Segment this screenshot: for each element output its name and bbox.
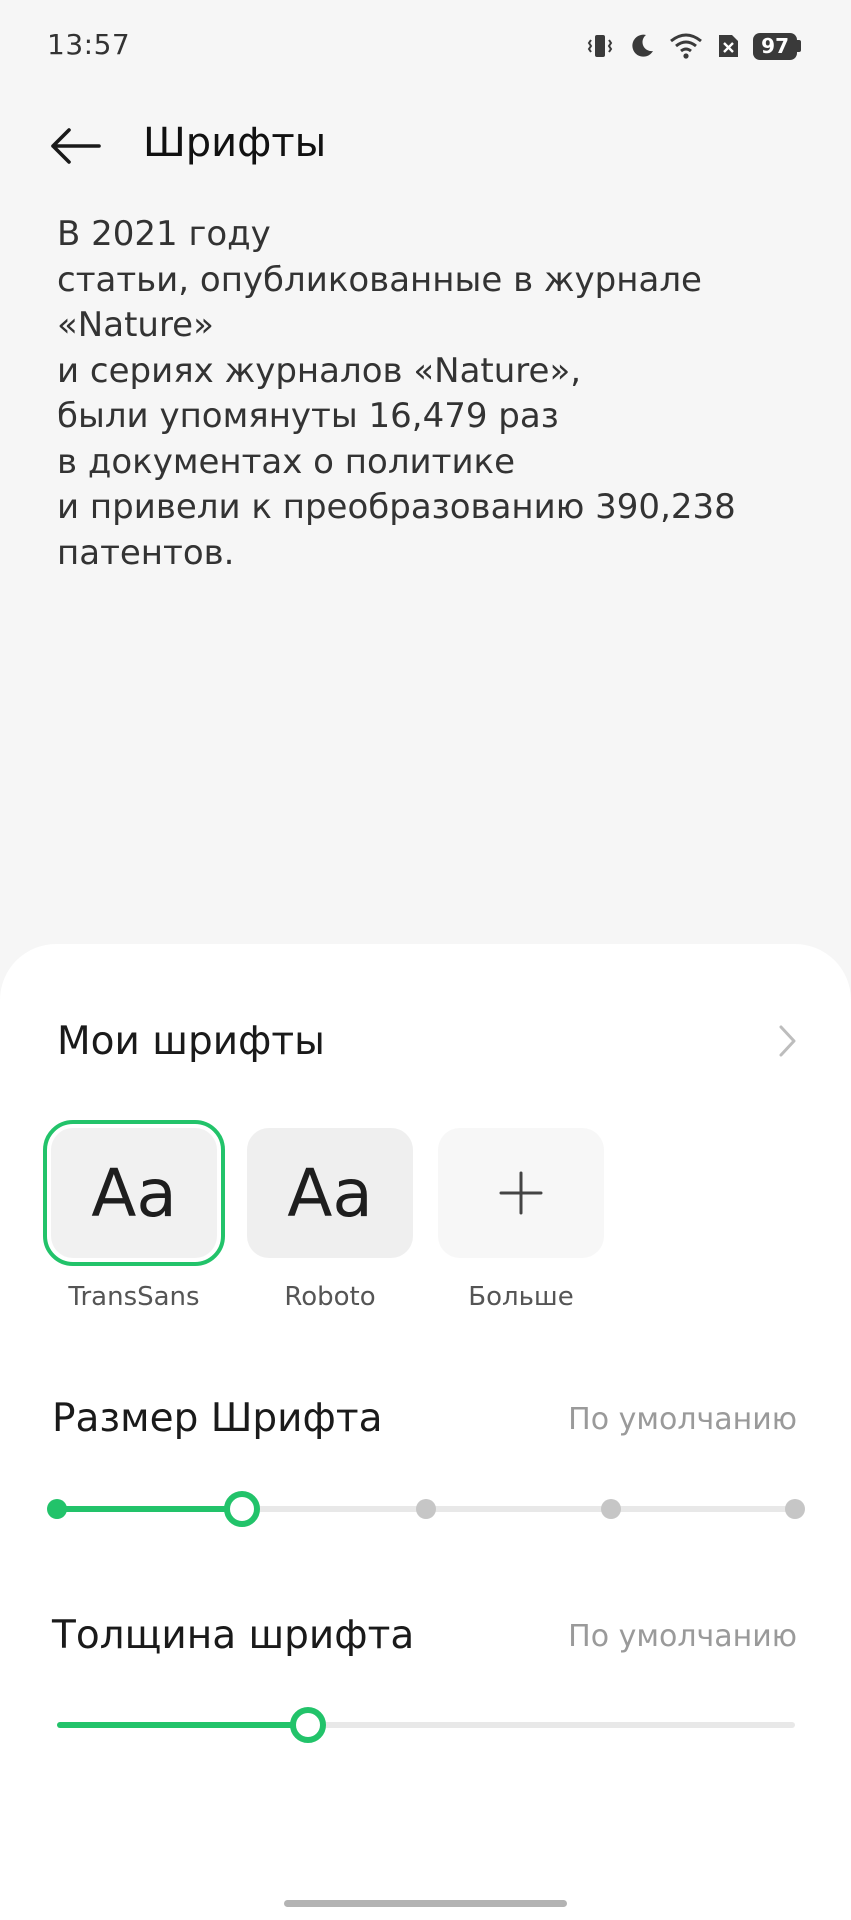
font-label-transsans: TransSans — [68, 1282, 200, 1312]
font-weight-slider-fill — [57, 1722, 308, 1728]
back-button[interactable] — [40, 116, 110, 176]
page-title: Шрифты — [143, 120, 327, 166]
font-size-slider-step[interactable] — [47, 1499, 67, 1519]
wifi-icon — [669, 31, 703, 61]
font-sample-transsans: Aa — [91, 1154, 177, 1232]
moon-icon — [627, 31, 657, 61]
app-bar: Шрифты — [0, 92, 851, 198]
no-sim-icon — [715, 31, 741, 61]
font-weight-title: Толщина шрифта — [52, 1613, 415, 1658]
font-label-roboto: Roboto — [284, 1282, 376, 1312]
vibrate-icon — [585, 31, 615, 61]
my-fonts-title: Мои шрифты — [57, 1019, 325, 1064]
status-time: 13:57 — [47, 28, 131, 61]
battery-icon: 97 — [753, 32, 801, 60]
font-tile-transsans[interactable]: Aa — [43, 1120, 225, 1266]
font-tile-roboto[interactable]: Aa — [247, 1128, 413, 1258]
battery-level: 97 — [753, 32, 797, 60]
font-size-value: По умолчанию — [568, 1402, 797, 1437]
font-size-slider-thumb[interactable] — [223, 1491, 260, 1527]
status-bar: 13:57 97 — [0, 0, 851, 92]
plus-icon — [499, 1171, 543, 1215]
chevron-right-icon — [779, 1025, 796, 1057]
font-size-slider-step[interactable] — [600, 1499, 621, 1519]
font-size-slider-fill — [57, 1506, 242, 1512]
font-size-slider-step[interactable] — [416, 1499, 436, 1519]
font-size-title: Размер Шрифта — [52, 1396, 383, 1441]
font-label-more: Больше — [468, 1282, 574, 1312]
font-weight-slider-thumb[interactable] — [289, 1707, 326, 1743]
font-sample-roboto: Aa — [287, 1154, 373, 1232]
arrow-left-icon — [51, 128, 101, 164]
my-fonts-row[interactable]: Мои шрифты — [0, 944, 851, 1084]
font-size-slider-step[interactable] — [785, 1499, 805, 1519]
font-settings-sheet: Мои шрифты Aa TransSans Aa Roboto Больше… — [0, 944, 851, 1920]
font-preview-text: В 2021 году статьи, опубликованные в жур… — [57, 214, 736, 573]
font-size-slider[interactable] — [47, 1491, 805, 1527]
font-weight-value: По умолчанию — [568, 1619, 797, 1654]
status-icons: 97 — [585, 28, 801, 64]
more-fonts-button[interactable] — [438, 1128, 604, 1258]
home-indicator[interactable] — [284, 1900, 567, 1907]
font-weight-slider[interactable] — [57, 1707, 795, 1743]
